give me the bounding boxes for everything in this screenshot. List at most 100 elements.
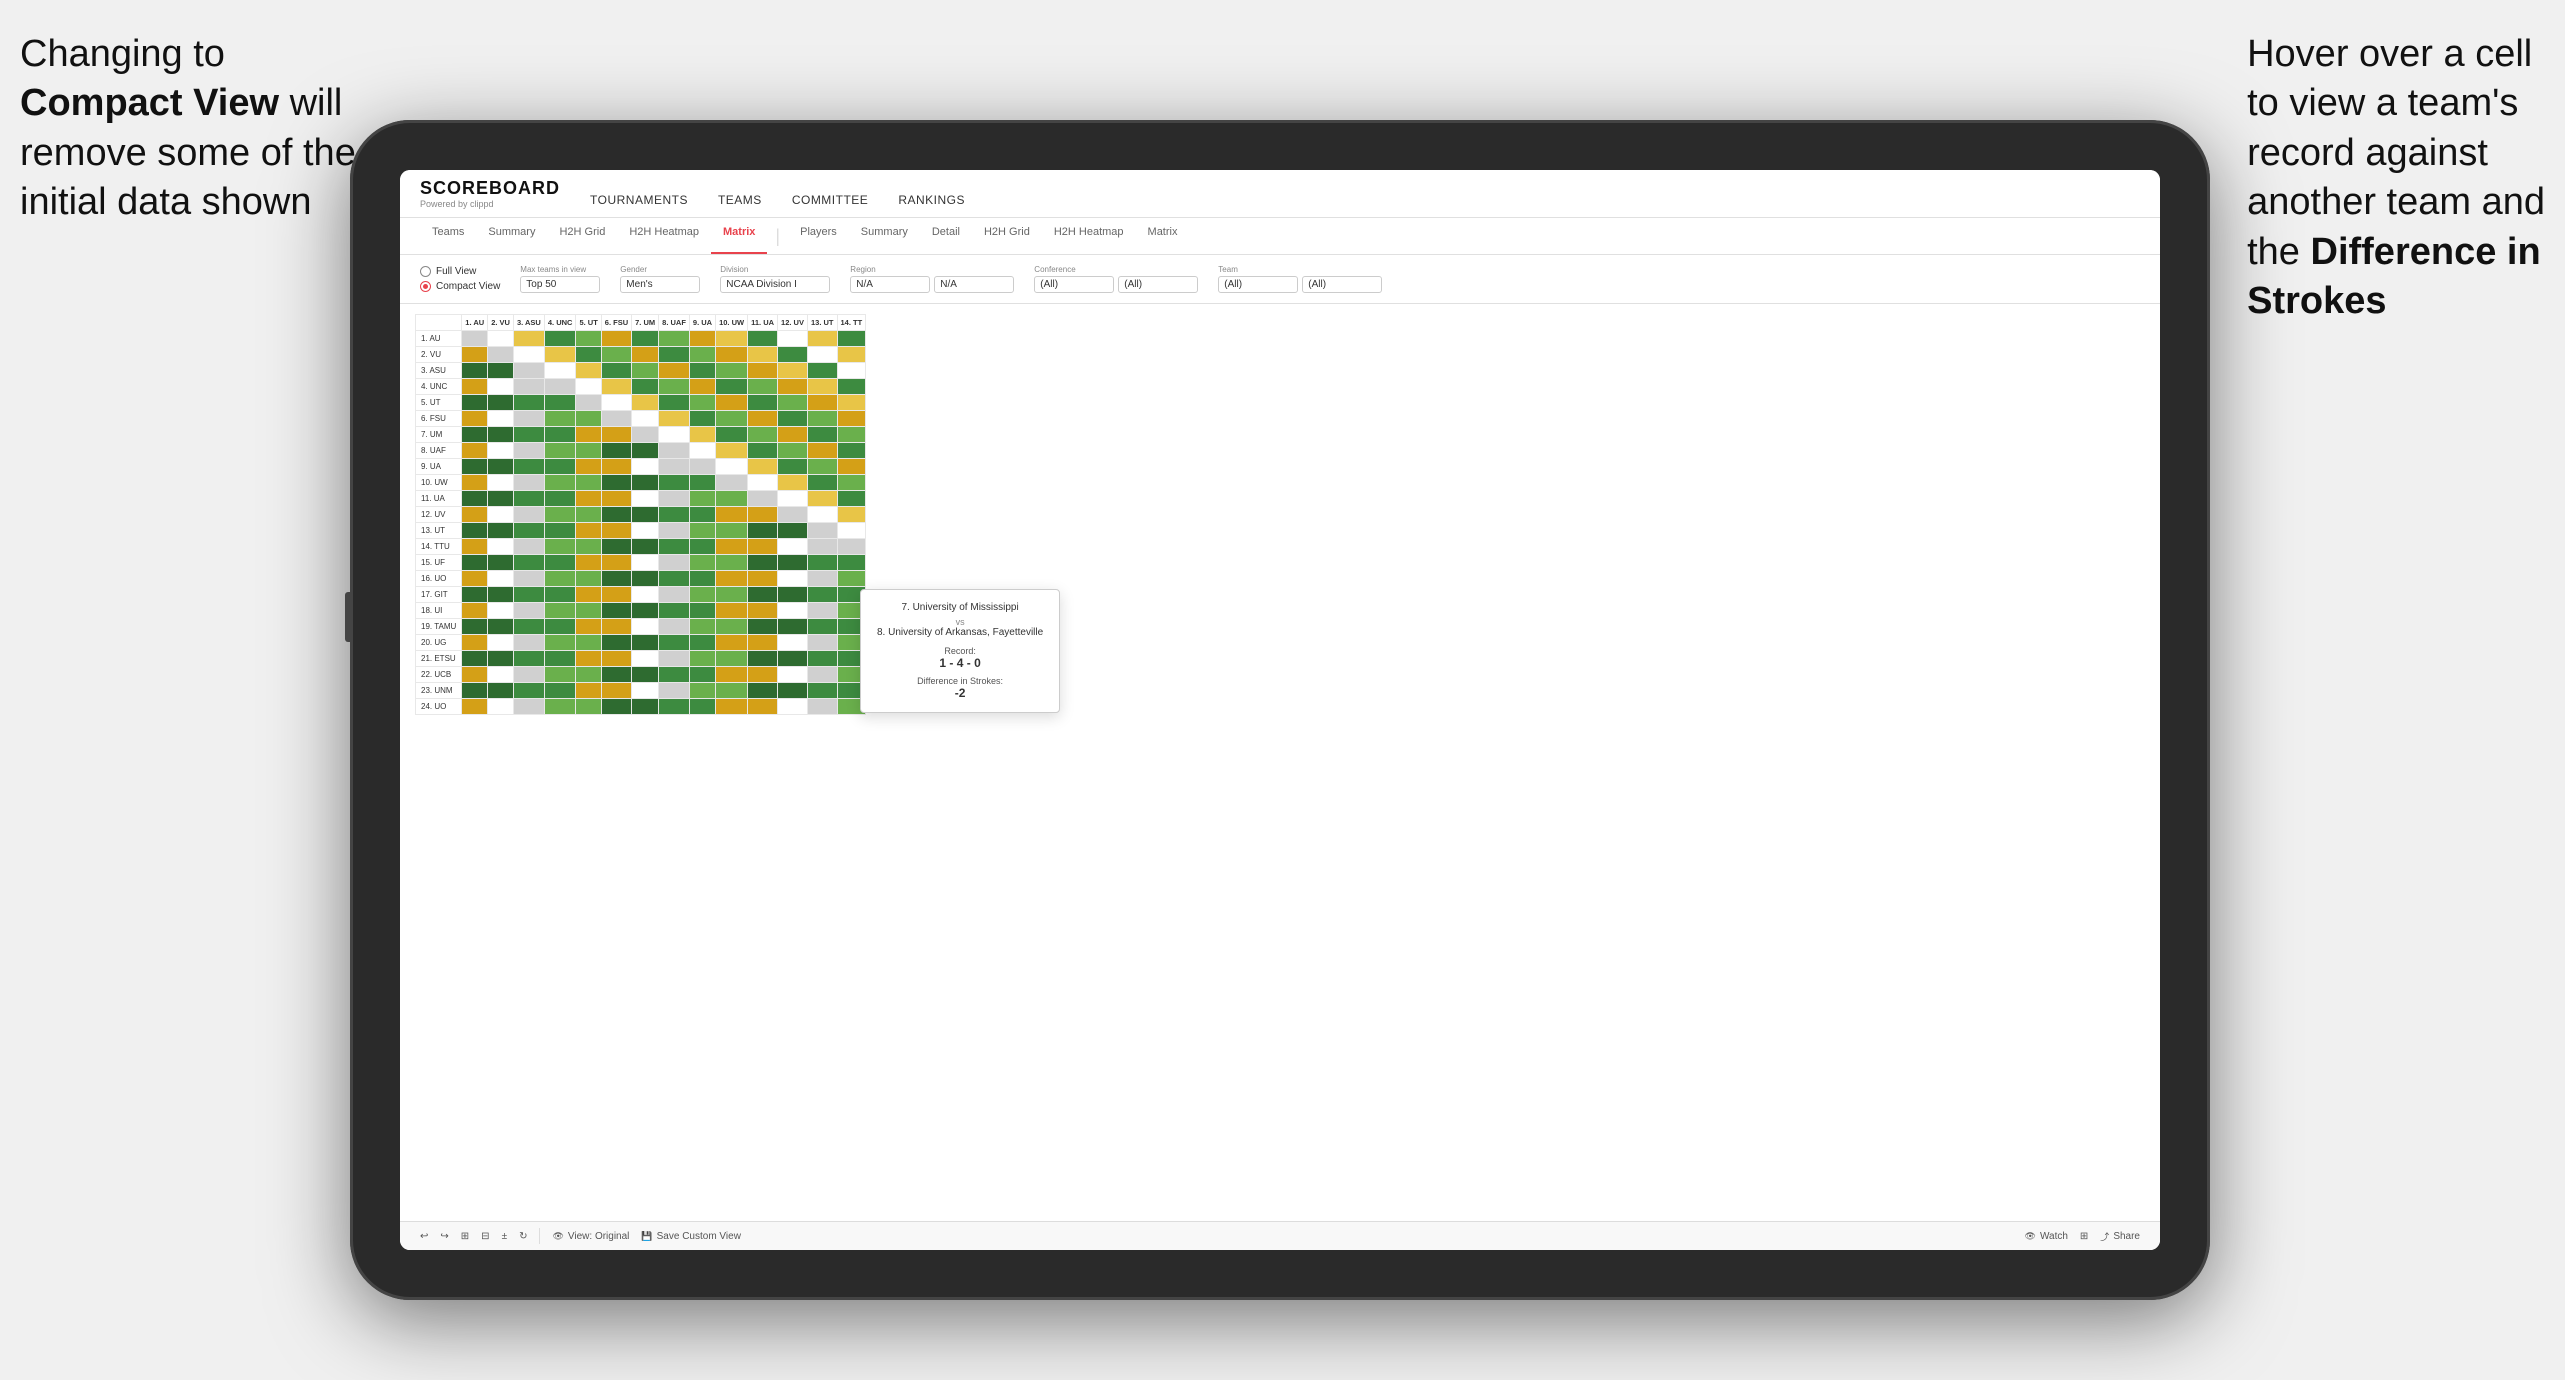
- matrix-cell[interactable]: [689, 347, 715, 363]
- matrix-cell[interactable]: [748, 331, 778, 347]
- matrix-cell[interactable]: [488, 491, 514, 507]
- matrix-cell[interactable]: [513, 619, 544, 635]
- matrix-cell[interactable]: [576, 619, 601, 635]
- matrix-cell[interactable]: [576, 443, 601, 459]
- matrix-cell[interactable]: [659, 411, 690, 427]
- matrix-cell[interactable]: [807, 683, 837, 699]
- matrix-cell[interactable]: [778, 363, 808, 379]
- matrix-cell[interactable]: [807, 507, 837, 523]
- matrix-cell[interactable]: [807, 459, 837, 475]
- matrix-cell[interactable]: [807, 331, 837, 347]
- matrix-cell[interactable]: [544, 443, 576, 459]
- matrix-cell[interactable]: [748, 619, 778, 635]
- matrix-cell[interactable]: [778, 395, 808, 411]
- matrix-cell[interactable]: [513, 331, 544, 347]
- matrix-cell[interactable]: [689, 459, 715, 475]
- matrix-cell[interactable]: [659, 619, 690, 635]
- matrix-cell[interactable]: [659, 651, 690, 667]
- matrix-cell[interactable]: [689, 443, 715, 459]
- matrix-cell[interactable]: [689, 587, 715, 603]
- matrix-cell[interactable]: [513, 523, 544, 539]
- matrix-cell[interactable]: [748, 347, 778, 363]
- matrix-cell[interactable]: [632, 363, 659, 379]
- matrix-cell[interactable]: [544, 491, 576, 507]
- matrix-cell[interactable]: [576, 587, 601, 603]
- matrix-cell[interactable]: [807, 523, 837, 539]
- matrix-cell[interactable]: [778, 603, 808, 619]
- tool3[interactable]: ±: [502, 1231, 508, 1242]
- matrix-cell[interactable]: [778, 587, 808, 603]
- matrix-cell[interactable]: [513, 651, 544, 667]
- matrix-cell[interactable]: [513, 587, 544, 603]
- matrix-cell[interactable]: [601, 683, 631, 699]
- matrix-cell[interactable]: [689, 635, 715, 651]
- matrix-cell[interactable]: [632, 443, 659, 459]
- matrix-cell[interactable]: [513, 667, 544, 683]
- matrix-cell[interactable]: [544, 459, 576, 475]
- matrix-cell[interactable]: [807, 539, 837, 555]
- matrix-cell[interactable]: [513, 411, 544, 427]
- matrix-cell[interactable]: [748, 555, 778, 571]
- matrix-cell[interactable]: [462, 683, 488, 699]
- tab-summary1[interactable]: Summary: [476, 218, 547, 254]
- matrix-cell[interactable]: [576, 539, 601, 555]
- matrix-cell[interactable]: [748, 635, 778, 651]
- matrix-cell[interactable]: [544, 619, 576, 635]
- matrix-cell[interactable]: [837, 491, 866, 507]
- matrix-cell[interactable]: [716, 507, 748, 523]
- matrix-cell[interactable]: [544, 411, 576, 427]
- matrix-cell[interactable]: [716, 699, 748, 715]
- matrix-cell[interactable]: [601, 651, 631, 667]
- matrix-cell[interactable]: [544, 683, 576, 699]
- matrix-cell[interactable]: [837, 507, 866, 523]
- matrix-cell[interactable]: [601, 699, 631, 715]
- matrix-cell[interactable]: [778, 475, 808, 491]
- matrix-cell[interactable]: [632, 667, 659, 683]
- matrix-cell[interactable]: [807, 363, 837, 379]
- matrix-cell[interactable]: [659, 395, 690, 411]
- matrix-cell[interactable]: [544, 699, 576, 715]
- matrix-cell[interactable]: [601, 667, 631, 683]
- matrix-cell[interactable]: [488, 379, 514, 395]
- matrix-cell[interactable]: [632, 603, 659, 619]
- matrix-cell[interactable]: [659, 443, 690, 459]
- matrix-cell[interactable]: [462, 603, 488, 619]
- matrix-cell[interactable]: [659, 523, 690, 539]
- matrix-cell[interactable]: [659, 555, 690, 571]
- matrix-cell[interactable]: [807, 347, 837, 363]
- matrix-cell[interactable]: [513, 603, 544, 619]
- matrix-cell[interactable]: [807, 491, 837, 507]
- matrix-cell[interactable]: [462, 555, 488, 571]
- matrix-cell[interactable]: [601, 587, 631, 603]
- matrix-cell[interactable]: [748, 587, 778, 603]
- matrix-cell[interactable]: [632, 427, 659, 443]
- matrix-cell[interactable]: [748, 539, 778, 555]
- matrix-cell[interactable]: [778, 539, 808, 555]
- matrix-cell[interactable]: [659, 475, 690, 491]
- matrix-cell[interactable]: [513, 683, 544, 699]
- matrix-cell[interactable]: [716, 619, 748, 635]
- matrix-cell[interactable]: [659, 491, 690, 507]
- matrix-cell[interactable]: [778, 651, 808, 667]
- matrix-cell[interactable]: [513, 459, 544, 475]
- matrix-cell[interactable]: [601, 635, 631, 651]
- matrix-cell[interactable]: [632, 635, 659, 651]
- max-teams-select[interactable]: Top 50: [520, 276, 600, 293]
- matrix-cell[interactable]: [778, 427, 808, 443]
- matrix-cell[interactable]: [837, 475, 866, 491]
- matrix-cell[interactable]: [462, 443, 488, 459]
- matrix-cell[interactable]: [462, 427, 488, 443]
- matrix-cell[interactable]: [632, 683, 659, 699]
- matrix-cell[interactable]: [601, 347, 631, 363]
- matrix-cell[interactable]: [488, 347, 514, 363]
- matrix-cell[interactable]: [544, 635, 576, 651]
- tab-matrix1[interactable]: Matrix: [711, 218, 767, 254]
- matrix-cell[interactable]: [462, 347, 488, 363]
- matrix-cell[interactable]: [659, 539, 690, 555]
- matrix-cell[interactable]: [513, 427, 544, 443]
- tool2[interactable]: ⊟: [481, 1231, 489, 1242]
- matrix-cell[interactable]: [488, 523, 514, 539]
- matrix-cell[interactable]: [748, 651, 778, 667]
- matrix-cell[interactable]: [837, 395, 866, 411]
- matrix-cell[interactable]: [462, 651, 488, 667]
